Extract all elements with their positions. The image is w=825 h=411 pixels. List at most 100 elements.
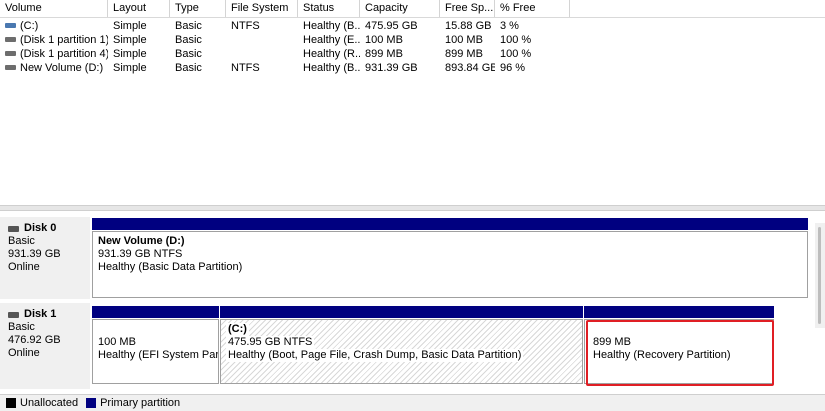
partition-body: New Volume (D:) 931.39 GB NTFS Healthy (… (92, 231, 808, 298)
volume-icon (5, 36, 16, 42)
cell-layout: Simple (113, 20, 147, 32)
cell-type: Basic (175, 34, 202, 46)
disk-1-info[interactable]: Disk 1 Basic 476.92 GB Online (0, 303, 90, 389)
partition-new-volume-d[interactable]: New Volume (D:) 931.39 GB NTFS Healthy (… (92, 218, 808, 298)
system-volume-icon (5, 22, 16, 28)
cell-capacity: 475.95 GB (365, 20, 418, 32)
partition-size: 475.95 GB NTFS (226, 336, 315, 349)
volume-name: New Volume (D:) (20, 62, 104, 74)
cell-percent-free: 100 % (500, 34, 532, 46)
cell-file-system (226, 47, 298, 61)
volume-list-header: Volume Layout Type File System Status Ca… (0, 0, 825, 18)
disk-0-name-row: Disk 0 (8, 222, 90, 235)
cell-free-space: 100 MB (445, 34, 483, 46)
disk-0-info[interactable]: Disk 0 Basic 931.39 GB Online (0, 217, 90, 299)
cell-volume: (C:) (0, 19, 108, 33)
legend-label-primary: Primary partition (100, 397, 181, 409)
volume-icon (5, 50, 16, 56)
cell-status: Healthy (R... (303, 48, 360, 60)
cell-file-system: NTFS (231, 20, 260, 32)
column-header-volume[interactable]: Volume (0, 0, 108, 17)
primary-partition-bar (220, 306, 583, 318)
partition-recovery[interactable]: 899 MB Healthy (Recovery Partition) (584, 306, 774, 386)
partition-body: (C:) 475.95 GB NTFS Healthy (Boot, Page … (220, 319, 583, 384)
primary-partition-bar (584, 306, 774, 318)
primary-partition-bar (92, 306, 219, 318)
primary-partition-swatch (86, 398, 97, 408)
disk-1-size: 476.92 GB (8, 334, 61, 346)
column-header-type[interactable]: Type (170, 0, 226, 17)
cell-free-space: 893.84 GB (445, 62, 495, 74)
cell-file-system: NTFS (231, 62, 260, 74)
cell-type: Basic (175, 48, 202, 60)
cell-capacity: 931.39 GB (365, 62, 418, 74)
cell-layout: Simple (113, 62, 147, 74)
cell-status: Healthy (B... (303, 20, 360, 32)
primary-partition-bar (92, 218, 808, 230)
cell-free-space: 899 MB (445, 48, 483, 60)
partition-c-drive[interactable]: (C:) 475.95 GB NTFS Healthy (Boot, Page … (220, 306, 583, 384)
column-header-percent-free[interactable]: % Free (495, 0, 570, 17)
cell-percent-free: 3 % (500, 20, 519, 32)
selection-highlight (586, 320, 774, 386)
partition-status: Healthy (EFI System Partiti (98, 349, 219, 361)
partition-body: 100 MB Healthy (EFI System Partiti (92, 319, 219, 384)
partition-size: 931.39 GB NTFS (98, 248, 183, 260)
cell-capacity: 899 MB (365, 48, 403, 60)
column-header-layout[interactable]: Layout (108, 0, 170, 17)
column-header-file-system[interactable]: File System (226, 0, 298, 17)
volume-name: (C:) (20, 20, 39, 32)
legend-item-primary: Primary partition (86, 397, 180, 409)
partition-status: Healthy (Basic Data Partition) (98, 261, 243, 273)
cell-percent-free: 100 % (500, 48, 532, 60)
volume-icon (5, 64, 16, 70)
disk-1-state: Online (8, 347, 40, 359)
disk-1-type: Basic (8, 321, 35, 333)
column-header-free-space[interactable]: Free Sp... (440, 0, 495, 17)
cell-status: Healthy (E... (303, 34, 360, 46)
cell-volume: New Volume (D:) (0, 61, 108, 75)
disk-icon (8, 311, 19, 318)
cell-free-space: 15.88 GB (445, 20, 492, 32)
partition-efi-system[interactable]: 100 MB Healthy (EFI System Partiti (92, 306, 219, 384)
disk-1-name: Disk 1 (24, 308, 57, 320)
vertical-scrollbar[interactable] (815, 223, 825, 328)
column-header-status[interactable]: Status (298, 0, 360, 17)
cell-percent-free: 96 % (500, 62, 526, 74)
partition-size-row: 475.95 GB NTFS (226, 336, 577, 349)
disk-0-name: Disk 0 (24, 222, 57, 234)
legend-label-unallocated: Unallocated (20, 397, 79, 409)
volume-list: Volume Layout Type File System Status Ca… (0, 0, 825, 205)
table-row[interactable]: New Volume (D:) Simple Basic NTFS Health… (0, 61, 825, 75)
cell-file-system (226, 33, 298, 47)
volume-name: (Disk 1 partition 4) (20, 48, 108, 60)
legend-bar: Unallocated Primary partition (0, 394, 825, 411)
cell-capacity: 100 MB (365, 34, 403, 46)
legend-item-unallocated: Unallocated (6, 397, 78, 409)
table-row[interactable]: (Disk 1 partition 1) Simple Basic Health… (0, 33, 825, 47)
partition-size: 100 MB (98, 336, 136, 348)
disk-icon (8, 225, 19, 232)
partition-title-row: (C:) (226, 323, 577, 336)
disk-graphical-view: Disk 0 Basic 931.39 GB Online New Volume… (0, 211, 825, 394)
cell-volume: (Disk 1 partition 1) (0, 33, 108, 47)
cell-type: Basic (175, 20, 202, 32)
disk-1-name-row: Disk 1 (8, 308, 90, 321)
cell-layout: Simple (113, 48, 147, 60)
partition-title: (C:) (226, 323, 249, 336)
table-row[interactable]: (Disk 1 partition 4) Simple Basic Health… (0, 47, 825, 61)
column-header-capacity[interactable]: Capacity (360, 0, 440, 17)
disk-0-size: 931.39 GB (8, 248, 61, 260)
cell-layout: Simple (113, 34, 147, 46)
cell-status: Healthy (B... (303, 62, 360, 74)
partition-status-row: Healthy (Boot, Page File, Crash Dump, Ba… (226, 349, 577, 362)
partition-status: Healthy (Boot, Page File, Crash Dump, Ba… (226, 349, 524, 362)
scrollbar-thumb[interactable] (818, 227, 821, 324)
disk-0-state: Online (8, 261, 40, 273)
unallocated-swatch (6, 398, 16, 408)
partition-title: New Volume (D:) (98, 235, 185, 247)
cell-volume: (Disk 1 partition 4) (0, 47, 108, 61)
table-row[interactable]: (C:) Simple Basic NTFS Healthy (B... 475… (0, 19, 825, 33)
disk-0-type: Basic (8, 235, 35, 247)
cell-type: Basic (175, 62, 202, 74)
